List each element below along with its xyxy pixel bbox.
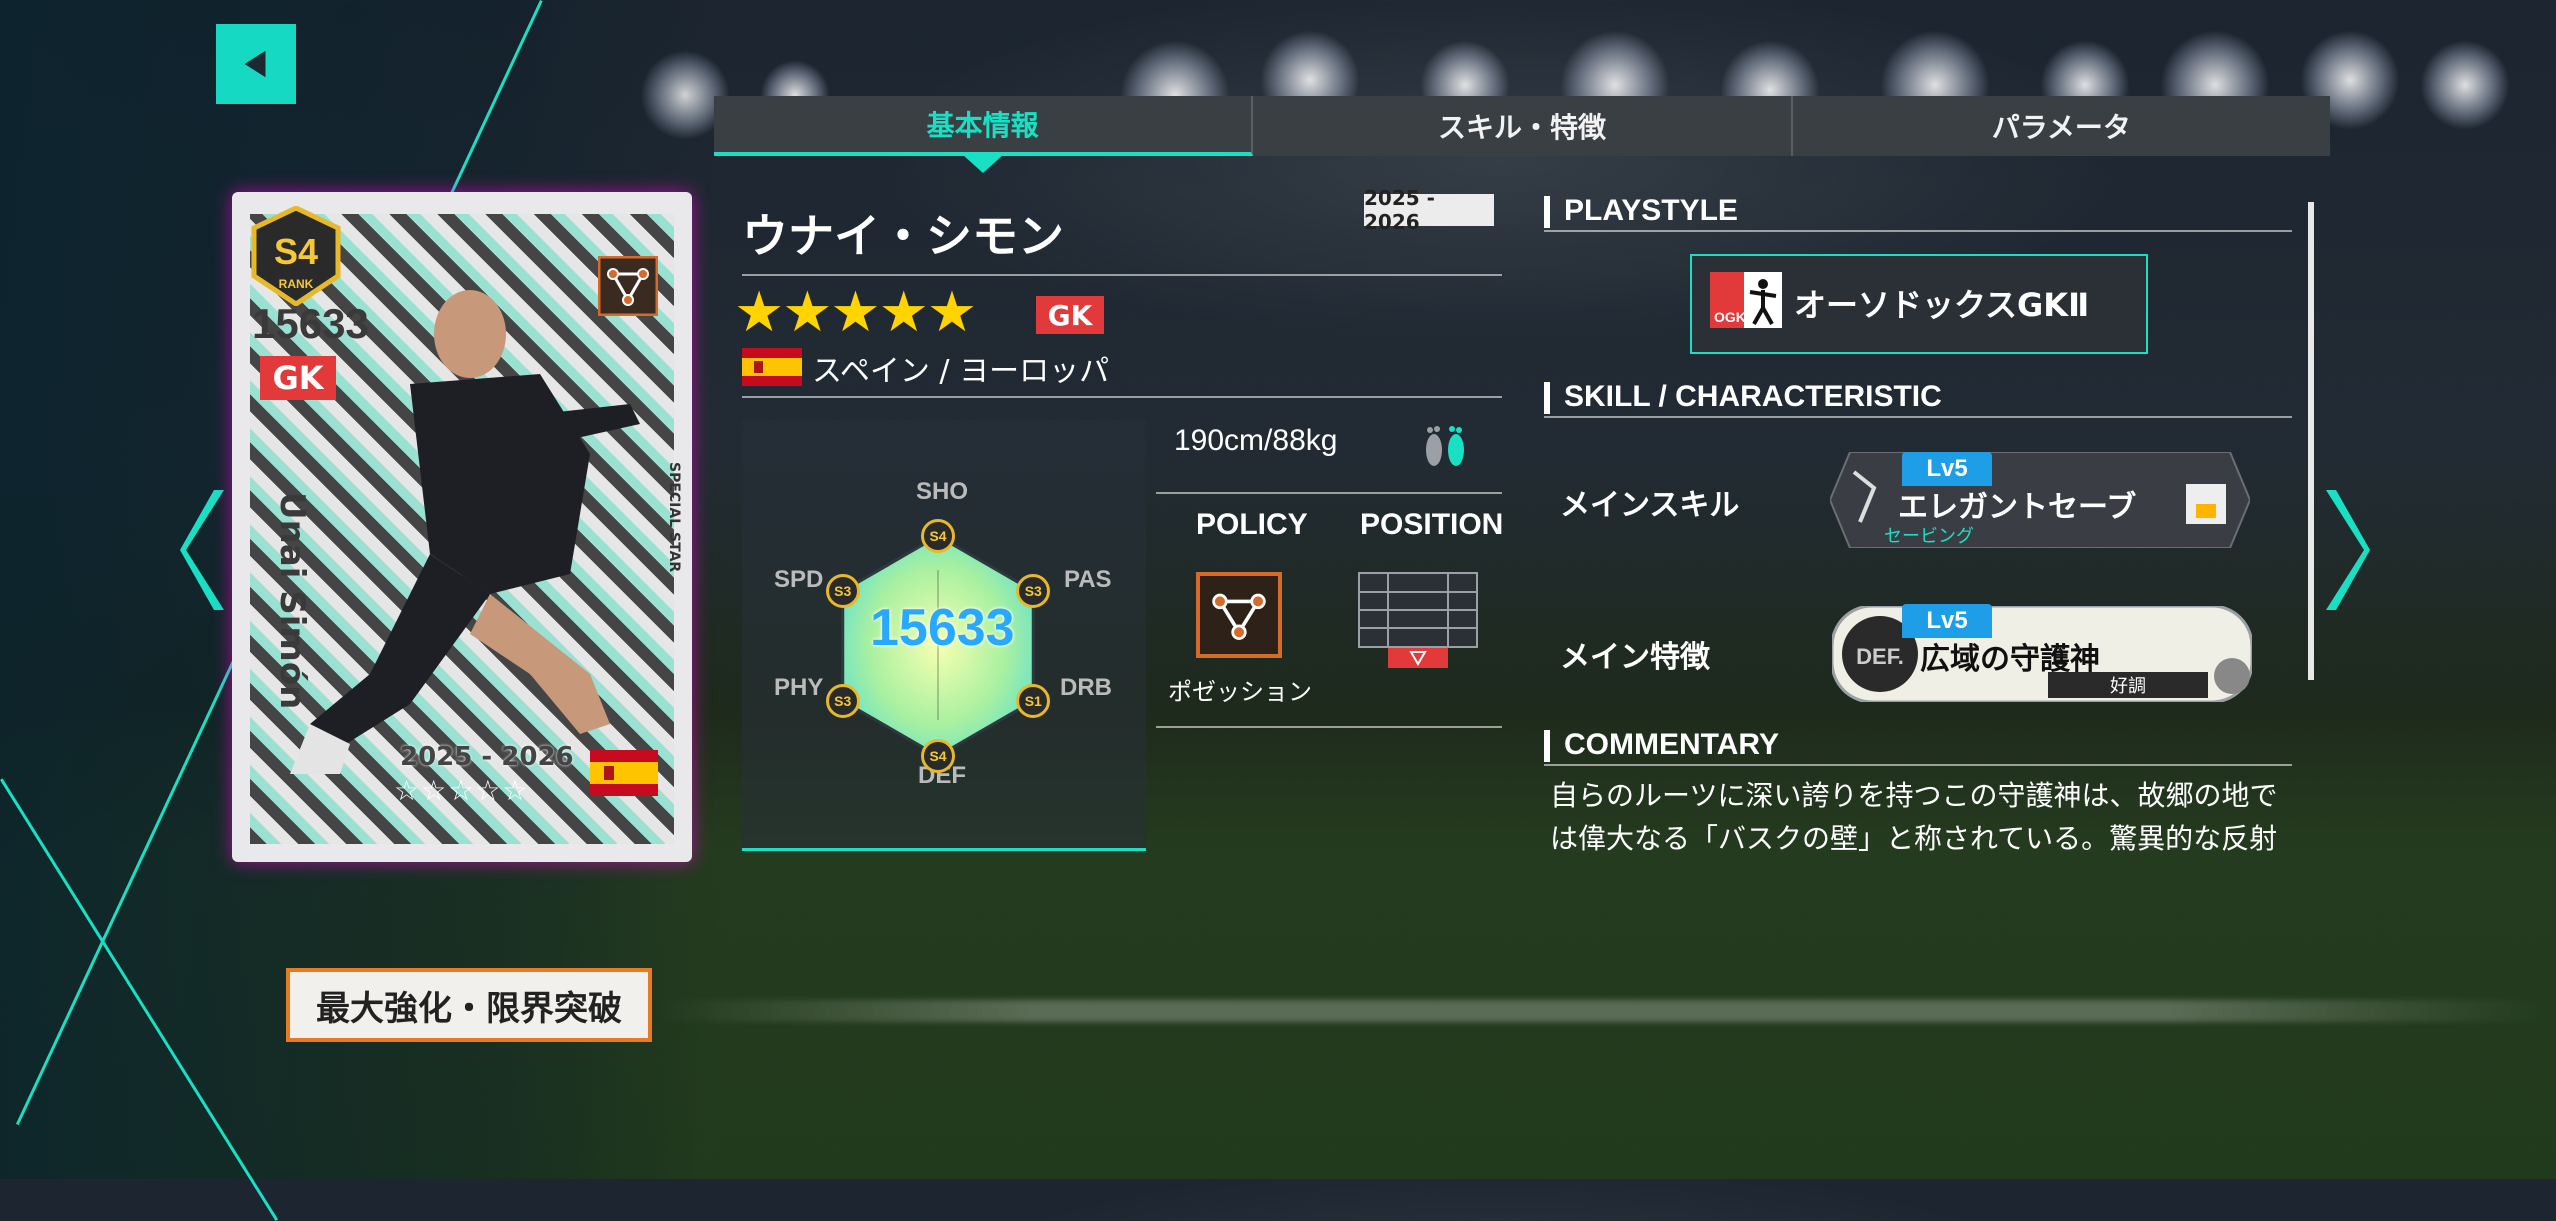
card-season: 2025 - 2026 — [400, 742, 574, 772]
main-trait-label: メイン特徴 — [1560, 640, 1710, 675]
card-special-label: SPECIAL STAR — [666, 462, 682, 573]
divider — [1156, 492, 1502, 494]
main-skill-label: メインスキル — [1560, 488, 1740, 523]
possession-policy-icon[interactable] — [1196, 572, 1282, 658]
main-trait-condition: 好調 — [2048, 672, 2208, 698]
grade-badge-spd: S3 — [825, 574, 860, 608]
tab-bar: 基本情報 スキル・特徴 パラメータ — [714, 96, 2330, 156]
divider — [742, 274, 1502, 276]
footprint-icon — [1426, 426, 1464, 466]
main-skill-category: セービング — [1884, 526, 1974, 547]
playstyle-label: オーソドックスGKⅡ — [1794, 286, 2090, 324]
position-pitch-map — [1358, 572, 1478, 668]
svg-text:OGK: OGK — [1714, 309, 1746, 325]
divider — [1544, 230, 2292, 232]
commentary-header: COMMENTARY — [1544, 728, 1779, 762]
card-stars: ☆☆☆☆☆ — [394, 774, 530, 807]
divider — [1156, 726, 1502, 728]
divider — [742, 396, 1502, 398]
player-stars: ★★★★★ — [734, 280, 977, 345]
policy-header: POLICY — [1196, 508, 1308, 541]
total-rating: 15633 — [870, 599, 1015, 657]
grade-badge-def: S4 — [921, 739, 955, 773]
main-skill-level: Lv5 — [1902, 452, 1992, 486]
grade-badge-phy: S3 — [825, 684, 860, 718]
active-tab-pointer — [963, 155, 1003, 173]
card-rating: 15633 — [252, 300, 369, 347]
stat-label-spd: SPD — [774, 566, 824, 593]
skill-header: SKILL / CHARACTERISTIC — [1544, 380, 1942, 414]
grade-badge-pas: S3 — [1016, 574, 1051, 608]
card-policy-icon — [598, 256, 658, 316]
back-arrow-icon — [244, 50, 266, 78]
stat-label-sho: SHO — [916, 478, 969, 505]
position-header: POSITION — [1360, 508, 1504, 541]
grade-badge-sho: S4 — [921, 519, 955, 553]
svg-text:DEF.: DEF. — [1856, 644, 1904, 669]
divider — [1544, 416, 2292, 418]
commentary-line: は偉大なる「バスクの壁」と称されている。驚異的な反射 — [1550, 822, 2278, 855]
stat-label-pas: PAS — [1064, 566, 1112, 593]
stat-label-phy: PHY — [774, 674, 824, 701]
rank-emblem: S4 RANK — [251, 206, 341, 306]
next-player-arrow[interactable] — [2320, 490, 2370, 610]
scrollbar[interactable] — [2308, 202, 2314, 680]
position-badge: GK — [1036, 296, 1104, 334]
commentary-line: 自らのルーツに深い誇りを持つこの守護神は、故郷の地で — [1550, 779, 2278, 812]
svg-text:RANK: RANK — [279, 277, 314, 291]
max-enhance-button[interactable]: 最大強化・限界突破 — [286, 968, 652, 1042]
playstyle-gk-icon: OGK — [1710, 272, 1782, 328]
playstyle-header: PLAYSTYLE — [1544, 194, 1738, 228]
tab-basic-info[interactable]: 基本情報 — [714, 96, 1254, 156]
player-card[interactable]: S4 RANK 15633 GK Unai Simón SPECIAL STAR… — [222, 192, 712, 872]
back-button[interactable] — [216, 24, 296, 104]
player-name: ウナイ・シモン — [742, 209, 1064, 263]
commentary-text: 自らのルーツに深い誇りを持つこの守護神は、故郷の地で は偉大なる「バスクの壁」と… — [1550, 774, 2290, 860]
card-player-name: Unai Simón — [272, 492, 312, 710]
nationality: スペイン / ヨーロッパ — [812, 354, 1110, 389]
season-badge: 2025 - 2026 — [1364, 186, 1494, 234]
tab-skills-traits[interactable]: スキル・特徴 — [1253, 96, 1793, 156]
flag-spain-icon — [742, 348, 802, 386]
main-trait-level: Lv5 — [1902, 604, 1992, 638]
card-position-badge: GK — [260, 356, 336, 400]
tab-parameters[interactable]: パラメータ — [1793, 96, 2330, 156]
main-skill-name: エレガントセーブ — [1898, 490, 2137, 525]
divider — [1544, 764, 2292, 766]
policy-label: ポゼッション — [1168, 678, 1312, 706]
height-weight: 190cm/88kg — [1174, 424, 1338, 457]
svg-text:S4: S4 — [274, 231, 318, 272]
grade-badge-drb: S1 — [1016, 684, 1051, 718]
card-flag-spain-icon — [590, 750, 658, 796]
stat-label-drb: DRB — [1060, 674, 1112, 701]
